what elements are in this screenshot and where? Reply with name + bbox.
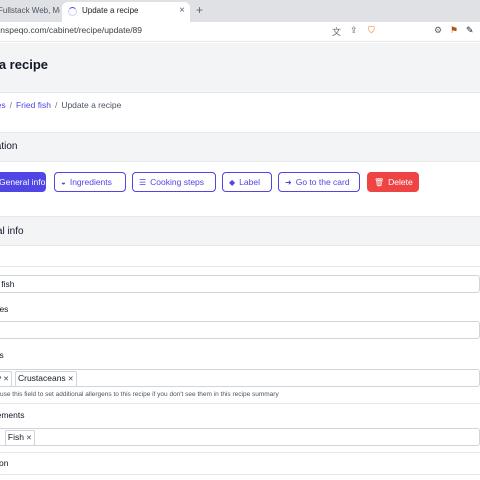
- ingredients-button[interactable]: ◒ Ingredients: [54, 172, 126, 192]
- trash-icon: 🗑: [374, 178, 385, 187]
- bowl-icon: ◒: [61, 178, 66, 187]
- allergens-hint: use this field to set additional allerge…: [0, 391, 279, 398]
- description-label: ption: [0, 458, 9, 468]
- divider: [0, 474, 480, 475]
- allergen-chip: ry✕: [0, 371, 12, 387]
- browser-tab-update-recipe[interactable]: Update a recipe ×: [62, 2, 190, 22]
- divider: [0, 403, 480, 404]
- browser-tab-label: Fullstack Web, Mo...: [0, 6, 60, 15]
- allergens-select[interactable]: ry✕Crustaceans✕: [0, 369, 480, 387]
- chip-label: Crustaceans: [17, 373, 66, 383]
- address-bar[interactable]: .inspeqo.com/cabinet/recipe/update/89 文 …: [0, 22, 480, 42]
- chip-label: Fish: [7, 432, 24, 442]
- browser-tab-fullstack[interactable]: Fullstack Web, Mo...: [0, 2, 60, 22]
- login-icon: ➜: [285, 178, 292, 187]
- breadcrumb-fried-fish-link[interactable]: Fried fish: [16, 100, 51, 110]
- tag-icon: ◆: [229, 178, 236, 187]
- breadcrumb-separator: /: [9, 100, 12, 110]
- delete-label: Delete: [388, 177, 413, 187]
- remove-chip-icon[interactable]: ✕: [26, 435, 32, 442]
- remove-chip-icon[interactable]: ✕: [68, 376, 74, 383]
- navigation-section-header: igation: [0, 132, 480, 162]
- cooking-steps-button[interactable]: ☰ Cooking steps: [132, 172, 216, 192]
- go-to-card-label: Go to the card: [295, 177, 350, 187]
- page-header: e a recipe: [0, 43, 480, 93]
- name-value: l fish: [0, 279, 15, 289]
- general-info-button[interactable]: General info: [0, 172, 46, 192]
- delete-button[interactable]: 🗑 Delete: [367, 172, 419, 192]
- url-text[interactable]: .inspeqo.com/cabinet/recipe/update/89: [0, 25, 142, 35]
- close-icon[interactable]: ×: [179, 2, 185, 20]
- breadcrumb-separator: /: [54, 100, 58, 110]
- browser-tab-strip: Fullstack Web, Mo... Update a recipe × +: [0, 0, 480, 22]
- chip-label: ry: [0, 373, 1, 383]
- loading-spinner-icon: [68, 7, 77, 16]
- breadcrumb-current: Update a recipe: [61, 100, 122, 110]
- breadcrumb: ipes/Fried fish/Update a recipe: [0, 100, 121, 110]
- elements-select[interactable]: ✕Fish✕: [0, 428, 480, 446]
- new-tab-button[interactable]: +: [196, 3, 203, 17]
- settings-icon[interactable]: ⚙: [434, 25, 442, 36]
- name-input[interactable]: l fish: [0, 275, 480, 293]
- label-button-label: Label: [239, 177, 260, 187]
- go-to-card-button[interactable]: ➜ Go to the card: [278, 172, 360, 192]
- divider: [0, 266, 480, 267]
- categories-select[interactable]: ✕: [0, 321, 480, 339]
- general-info-label: General info: [0, 177, 46, 187]
- page-title: e a recipe: [0, 57, 48, 72]
- general-info-section-header: eral info: [0, 216, 480, 246]
- brave-shield-icon[interactable]: ⛉: [368, 25, 375, 36]
- extension-icon[interactable]: ⚑: [450, 25, 458, 36]
- list-icon: ☰: [139, 178, 147, 187]
- breadcrumb-recipes-link[interactable]: ipes: [0, 100, 6, 110]
- share-icon[interactable]: ⇪: [350, 25, 358, 36]
- section-title: igation: [0, 141, 18, 152]
- remove-chip-icon[interactable]: ✕: [3, 376, 9, 383]
- elements-label: elements: [0, 410, 25, 420]
- cooking-steps-label: Cooking steps: [150, 177, 205, 187]
- divider: [0, 452, 480, 453]
- translate-icon[interactable]: 文: [332, 25, 341, 38]
- categories-label: ories: [0, 304, 9, 314]
- pen-icon[interactable]: ✎: [466, 25, 474, 36]
- allergens-label: ens: [0, 350, 4, 360]
- ingredients-label: Ingredients: [69, 177, 112, 187]
- element-chip: Fish ✕: [4, 430, 35, 446]
- allergen-chip: Crustaceans ✕: [14, 371, 77, 387]
- browser-tab-label: Update a recipe: [82, 6, 139, 15]
- label-button[interactable]: ◆ Label: [222, 172, 272, 192]
- section-title: eral info: [0, 226, 24, 237]
